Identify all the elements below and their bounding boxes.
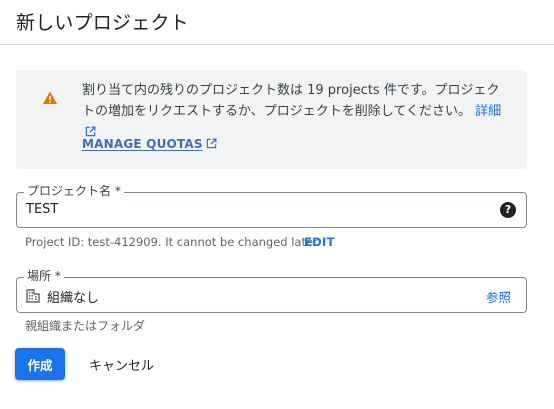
quota-message: 割り当て内の残りのプロジェクト数は 19 projects 件です。プロジェクト… [82, 83, 500, 119]
edit-project-id-link[interactable]: EDIT [304, 235, 335, 249]
header-divider [0, 44, 554, 45]
project-id-hint: Project ID: test-412909. It cannot be ch… [25, 235, 321, 249]
location-label: 場所 * [24, 269, 64, 284]
browse-button[interactable]: 参照 [486, 287, 511, 306]
project-name-input[interactable]: TEST [26, 202, 58, 217]
organization-icon [26, 289, 40, 303]
details-link-label: 詳細 [475, 104, 502, 119]
external-link-icon [85, 126, 96, 137]
project-name-label: プロジェクト名 * [24, 184, 124, 199]
quota-message-text: 割り当て内の残りのプロジェクト数は 19 projects 件です。プロジェクト… [82, 80, 512, 143]
page-title: 新しいプロジェクト [16, 12, 189, 34]
cancel-button[interactable]: キャンセル [80, 348, 163, 380]
location-value: 組織なし [47, 291, 100, 306]
create-button[interactable]: 作成 [15, 348, 65, 380]
project-name-field[interactable]: プロジェクト名 * TEST ? [16, 184, 527, 228]
manage-quotas-label: MANAGE QUOTAS [82, 137, 203, 151]
help-icon[interactable]: ? [500, 202, 516, 218]
quota-banner: 割り当て内の残りのプロジェクト数は 19 projects 件です。プロジェクト… [16, 70, 527, 169]
location-field[interactable]: 場所 * 組織なし 参照 [16, 269, 527, 313]
external-link-icon [206, 138, 217, 149]
warning-icon [43, 91, 57, 104]
manage-quotas-link[interactable]: MANAGE QUOTAS [82, 137, 217, 151]
location-hint: 親組織またはフォルダ [25, 319, 146, 333]
